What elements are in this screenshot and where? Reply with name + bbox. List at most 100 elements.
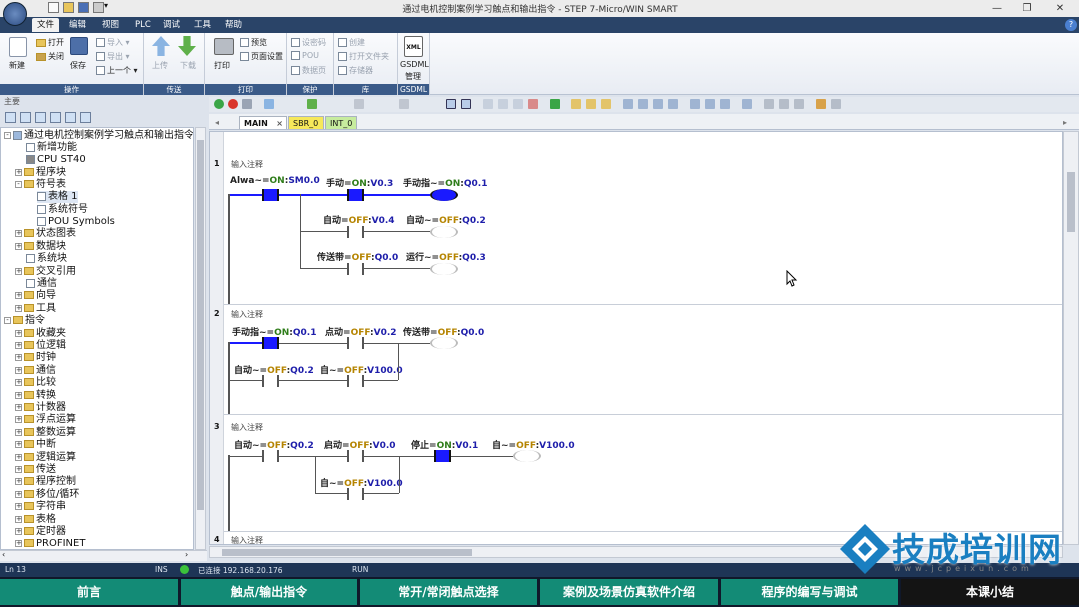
tree-item-instructions[interactable]: - 指令 [4, 315, 45, 327]
tree-item-system-symbols[interactable]: 系统符号 [37, 204, 88, 216]
tab-scroll-left-icon[interactable]: ◂ [211, 116, 222, 129]
coil-q0-3[interactable] [430, 263, 458, 275]
toolbar-icon[interactable] [550, 99, 560, 109]
toolbar-icon[interactable] [483, 99, 493, 109]
tree-item-compare[interactable]: + 比较 [15, 377, 56, 389]
nav-tool-icon[interactable] [20, 112, 31, 123]
contact-q0-1[interactable] [262, 337, 279, 349]
upload-icon[interactable] [264, 99, 274, 109]
scroll-left-icon[interactable]: ‹ [2, 550, 5, 559]
tree-item-logic-ops[interactable]: + 逻辑运算 [15, 452, 76, 464]
tree-item-cross-reference[interactable]: + 交叉引用 [15, 266, 76, 278]
help-icon[interactable]: ? [1065, 19, 1077, 31]
contact-v100-0[interactable] [347, 488, 364, 500]
scroll-thumb[interactable] [1067, 172, 1075, 232]
contact-v0-3[interactable] [347, 189, 364, 201]
editor-vertical-scrollbar[interactable] [1063, 131, 1079, 545]
tree-item-system-block[interactable]: 系统块 [26, 253, 67, 265]
open-folder-button[interactable]: 打开文件夹 [338, 51, 389, 62]
toolbar-icon[interactable] [668, 99, 678, 109]
tree-item-integer-math[interactable]: + 整数运算 [15, 427, 76, 439]
contact-v0-0[interactable] [347, 450, 364, 462]
nav-tool-icon[interactable] [35, 112, 46, 123]
print-button[interactable]: 打印 [214, 60, 230, 71]
import-button[interactable]: 导入 ▾ [96, 37, 130, 48]
tree-item-favorites[interactable]: + 收藏夹 [15, 328, 66, 340]
export-button[interactable]: 导出 ▾ [96, 51, 130, 62]
coil-q0-1[interactable] [430, 189, 458, 201]
page-setup-button[interactable]: 页面设置 [240, 51, 283, 62]
toolbar-icon[interactable] [742, 99, 752, 109]
preview-button[interactable]: 预览 [240, 37, 267, 48]
create-button[interactable]: 创建 [338, 37, 365, 48]
course-tab-intro[interactable]: 前言 [0, 579, 178, 605]
tree-item-program-control[interactable]: + 程序控制 [15, 476, 76, 488]
tree-item-pou-symbols[interactable]: POU Symbols [37, 216, 115, 228]
toolbar-icon[interactable] [779, 99, 789, 109]
tree-item-symbol-table[interactable]: - 符号表 [15, 179, 66, 191]
save-icon[interactable] [78, 2, 89, 13]
set-password-button[interactable]: 设密码 [291, 37, 326, 48]
pause-status-icon[interactable] [461, 99, 471, 109]
menu-edit[interactable]: 编辑 [64, 18, 91, 32]
new-icon[interactable] [9, 37, 27, 57]
tree-horizontal-scrollbar[interactable]: ‹ › [0, 550, 207, 561]
tree-item-communication[interactable]: 通信 [26, 278, 57, 290]
xml-icon[interactable]: XML [404, 36, 423, 57]
tree-item-project[interactable]: - 通过电机控制案例学习触点和输出指令 [4, 130, 193, 142]
menu-view[interactable]: 视图 [97, 18, 124, 32]
nav-tool-icon[interactable] [80, 112, 91, 123]
insert-icon[interactable] [354, 99, 364, 109]
delete-icon[interactable] [399, 99, 409, 109]
network-comment[interactable]: 输入注释 [231, 422, 263, 433]
open-folder-icon[interactable] [63, 2, 74, 13]
course-tab-no-nc-contact[interactable]: 常开/常闭触点选择 [360, 579, 537, 605]
tree-item-table[interactable]: + 表格 [15, 514, 56, 526]
tab-main[interactable]: MAIN × [239, 116, 287, 129]
tab-scroll-right-icon[interactable]: ▸ [1059, 116, 1073, 129]
network-comment[interactable]: 输入注释 [231, 159, 263, 170]
menu-help[interactable]: 帮助 [220, 18, 247, 32]
tree-item-move[interactable]: + 传送 [15, 464, 56, 476]
toolbar-icon[interactable] [816, 99, 826, 109]
toolbar-icon[interactable] [498, 99, 508, 109]
download-button[interactable]: 下载 [180, 60, 196, 71]
tree-item-profinet[interactable]: + PROFINET [15, 538, 85, 549]
course-tab-contact-output[interactable]: 触点/输出指令 [181, 579, 357, 605]
contact-q0-2[interactable] [262, 450, 279, 462]
open-button[interactable]: 打开 [36, 37, 64, 48]
network-comment[interactable]: 输入注释 [231, 309, 263, 320]
tree-item-interrupt[interactable]: + 中断 [15, 439, 56, 451]
course-tab-summary[interactable]: 本课小结 [901, 579, 1079, 605]
memory-button[interactable]: 存储器 [338, 65, 373, 76]
toolbar-icon[interactable] [690, 99, 700, 109]
save-button[interactable]: 保存 [70, 60, 86, 71]
tree-item-float-math[interactable]: + 浮点运算 [15, 414, 76, 426]
tree-item-counters[interactable]: + 计数器 [15, 402, 66, 414]
coil-q0-0[interactable] [430, 337, 458, 349]
tab-int-0[interactable]: INT_0 [325, 116, 357, 129]
run-icon[interactable] [214, 99, 224, 109]
program-status-icon[interactable] [446, 99, 456, 109]
gsdml-manage-button[interactable]: 管理 [405, 71, 421, 82]
compile-icon[interactable] [242, 99, 252, 109]
coil-v100-0[interactable] [513, 450, 541, 462]
contact-q0-0[interactable] [347, 263, 364, 275]
stop-icon[interactable] [228, 99, 238, 109]
contact-v0-1[interactable] [434, 450, 451, 462]
tree-item-bit-logic[interactable]: + 位逻辑 [15, 340, 66, 352]
menu-debug[interactable]: 调试 [158, 18, 185, 32]
editor-horizontal-scrollbar[interactable] [209, 546, 1063, 558]
restore-icon[interactable]: ❐ [1012, 1, 1042, 16]
upload-button[interactable]: 上传 [152, 60, 168, 71]
toolbar-icon[interactable] [653, 99, 663, 109]
nav-tool-icon[interactable] [5, 112, 16, 123]
tab-close-icon[interactable]: × [276, 117, 283, 130]
contact-sm0-0[interactable] [262, 189, 279, 201]
customize-qat-icon[interactable]: ▾ [104, 1, 108, 10]
ladder-editor[interactable]: 1 输入注释 Alwa~=ON:SM0.0 手动=ON:V0.3 手动指~=ON… [209, 131, 1063, 545]
close-button[interactable]: 关闭 [36, 51, 64, 62]
nav-tool-icon[interactable] [65, 112, 76, 123]
tree-item-whats-new[interactable]: 新增功能 [26, 142, 77, 154]
tree-vertical-scrollbar[interactable] [195, 127, 206, 550]
